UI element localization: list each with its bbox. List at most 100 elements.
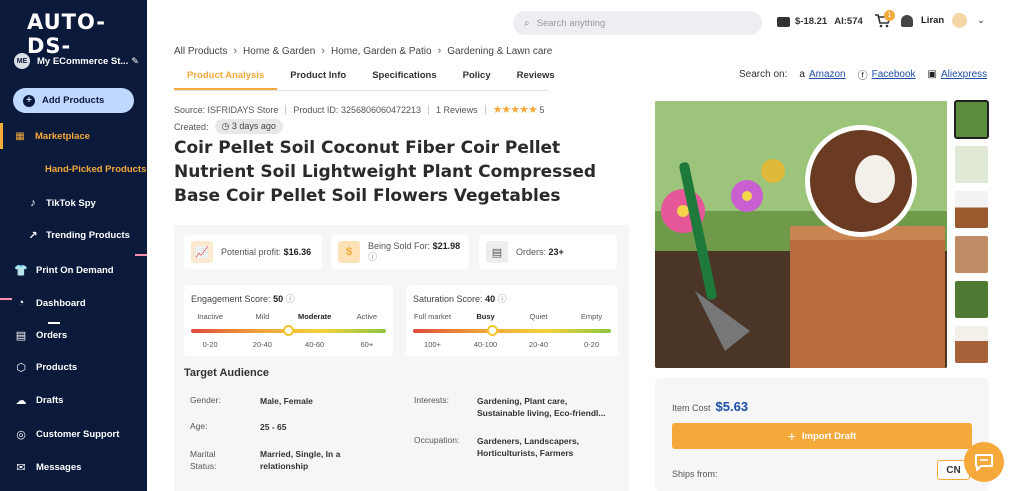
chat-button[interactable]	[964, 442, 1004, 482]
created-chip: ◷ 3 days ago	[214, 119, 283, 134]
target-audience-heading: Target Audience	[184, 367, 269, 379]
sidebar-item-dashboard[interactable]: ◔ Dashboard	[14, 297, 86, 309]
marital-label: Marital Status:	[190, 449, 217, 471]
aliexpress-link[interactable]: Aliexpress	[941, 69, 987, 80]
drafts-icon: ☁	[15, 395, 27, 407]
user-menu[interactable]: Liran ⌄	[901, 13, 985, 28]
profit-label: Potential profit:	[221, 247, 282, 257]
sidebar-item-label: Customer Support	[36, 429, 120, 440]
orders-icon: ▤	[15, 330, 27, 342]
product-main-image[interactable]	[655, 101, 947, 368]
tab-reviews[interactable]: Reviews	[504, 68, 568, 90]
sidebar-item-messages[interactable]: ✉ Messages	[14, 461, 81, 474]
chevron-down-icon[interactable]: ⌄	[977, 15, 985, 26]
divider	[428, 104, 430, 115]
sidebar-item-print-on-demand[interactable]: 👕 Print On Demand	[14, 264, 113, 277]
tab-policy[interactable]: Policy	[450, 68, 504, 90]
info-icon[interactable]: ⓘ	[286, 294, 295, 304]
range-label: 20-40	[528, 340, 549, 349]
occupation-label: Occupation:	[414, 435, 460, 445]
thumbnail-image[interactable]	[955, 236, 988, 273]
reviews-count[interactable]: 1 Reviews	[436, 105, 478, 115]
engagement-score: 50	[273, 294, 284, 304]
trending-icon: ↗	[28, 230, 38, 242]
age-label: Age:	[190, 421, 208, 431]
age-value: 25 - 65	[260, 422, 287, 432]
dollar-icon: $	[338, 241, 360, 263]
tab-specifications[interactable]: Specifications	[359, 68, 449, 90]
orders-label: Orders:	[516, 247, 547, 257]
thumbnail-image[interactable]	[955, 191, 988, 228]
sidebar-item-trending[interactable]: ↗ Trending Products	[26, 229, 130, 242]
saturation-ranges: 100+ 40-100 20-40 0-20	[406, 340, 618, 349]
ships-from-label: Ships from:	[672, 469, 718, 479]
interests-label: Interests:	[414, 395, 449, 405]
thumbnail-image[interactable]	[955, 281, 988, 318]
amazon-link[interactable]: Amazon	[809, 69, 846, 80]
store-avatar: ME	[14, 53, 30, 69]
active-indicator	[0, 123, 3, 149]
edit-pencil-icon[interactable]: ✎	[131, 56, 139, 67]
marketplace-icon: ▦	[15, 130, 25, 142]
sold-value: $21.98	[432, 241, 461, 251]
user-name: Liran	[921, 15, 945, 26]
sidebar-item-label: Drafts	[36, 395, 64, 406]
tab-product-analysis[interactable]: Product Analysis	[174, 68, 278, 90]
created-row: Created: ◷ 3 days ago	[174, 119, 283, 134]
thumbnail-image[interactable]	[955, 326, 988, 363]
orders-value: 23+	[548, 247, 564, 257]
import-draft-button[interactable]: + Import Draft	[672, 423, 972, 449]
sidebar-item-products[interactable]: ⬡ Products	[14, 361, 77, 374]
add-products-button[interactable]: + Add Products	[13, 88, 134, 113]
breadcrumb-item[interactable]: All Products	[174, 46, 227, 57]
balance-display[interactable]: $-18.21 AI: 574	[777, 16, 863, 27]
scroll-marker	[0, 298, 12, 300]
search-icon: ⌕	[524, 17, 530, 29]
sidebar-item-label: Trending Products	[46, 230, 130, 241]
sidebar-item-drafts[interactable]: ☁ Drafts	[14, 394, 64, 407]
chat-icon	[975, 454, 993, 471]
search-input[interactable]: ⌕ Search anything	[513, 11, 762, 35]
range-label: 40-60	[305, 340, 325, 349]
info-icon[interactable]: ⓘ	[498, 294, 507, 304]
sidebar-item-customer-support[interactable]: ◎ Customer Support	[14, 428, 119, 441]
saturation-score-card: Saturation Score: 40 ⓘ Full market Busy …	[406, 285, 618, 356]
range-label: 60+	[360, 340, 374, 349]
category-label: Empty	[580, 312, 603, 321]
products-icon: ⬡	[16, 362, 26, 374]
category-label: Busy	[476, 312, 495, 321]
facebook-link[interactable]: Facebook	[872, 69, 916, 80]
sidebar-item-label: Products	[36, 362, 78, 373]
thumbnail-image[interactable]	[955, 146, 988, 183]
store-selector[interactable]: ME My ECommerce St... ✎	[14, 53, 139, 69]
divider	[285, 104, 287, 115]
breadcrumb-item[interactable]: Gardening & Lawn care	[447, 46, 552, 57]
sidebar-item-hand-picked[interactable]: Hand-Picked Products	[45, 164, 146, 175]
range-label: 40-100	[473, 340, 498, 349]
ai-credits: 574	[846, 16, 863, 27]
sidebar-item-label: TikTok Spy	[46, 197, 96, 209]
breadcrumb-item[interactable]: Home, Garden & Patio	[331, 46, 432, 57]
saturation-categories: Full market Busy Quiet Empty	[406, 312, 618, 321]
sidebar-item-marketplace[interactable]: ▦ Marketplace	[0, 123, 147, 149]
saturation-gauge-knob	[486, 325, 498, 336]
item-cost-value: $5.63	[715, 399, 749, 414]
tab-product-info[interactable]: Product Info	[277, 68, 359, 90]
sidebar-item-tiktok-spy[interactable]: ♪ TikTok Spy	[26, 197, 96, 209]
engagement-label: Engagement Score:	[191, 294, 271, 304]
aliexpress-icon: ▣	[927, 69, 937, 80]
tiktok-icon: ♪	[30, 197, 36, 209]
user-hat-icon	[901, 14, 913, 27]
sidebar-item-label: Orders	[36, 330, 68, 341]
sidebar-item-orders[interactable]: ▤ Orders	[14, 329, 67, 342]
info-icon[interactable]: ⓘ	[368, 252, 377, 262]
support-icon: ◎	[16, 429, 26, 441]
created-value: 3 days ago	[231, 121, 276, 131]
source-store[interactable]: ISFRIDAYS Store	[208, 105, 279, 115]
autods-logo[interactable]: AUTO-DS-	[27, 10, 147, 58]
product-id-label: Product ID:	[293, 104, 339, 115]
thumbnail-image[interactable]	[954, 100, 989, 139]
import-draft-label: Import Draft	[801, 430, 857, 442]
thumbnail-strip	[954, 100, 989, 371]
breadcrumb-item[interactable]: Home & Garden	[243, 46, 315, 57]
